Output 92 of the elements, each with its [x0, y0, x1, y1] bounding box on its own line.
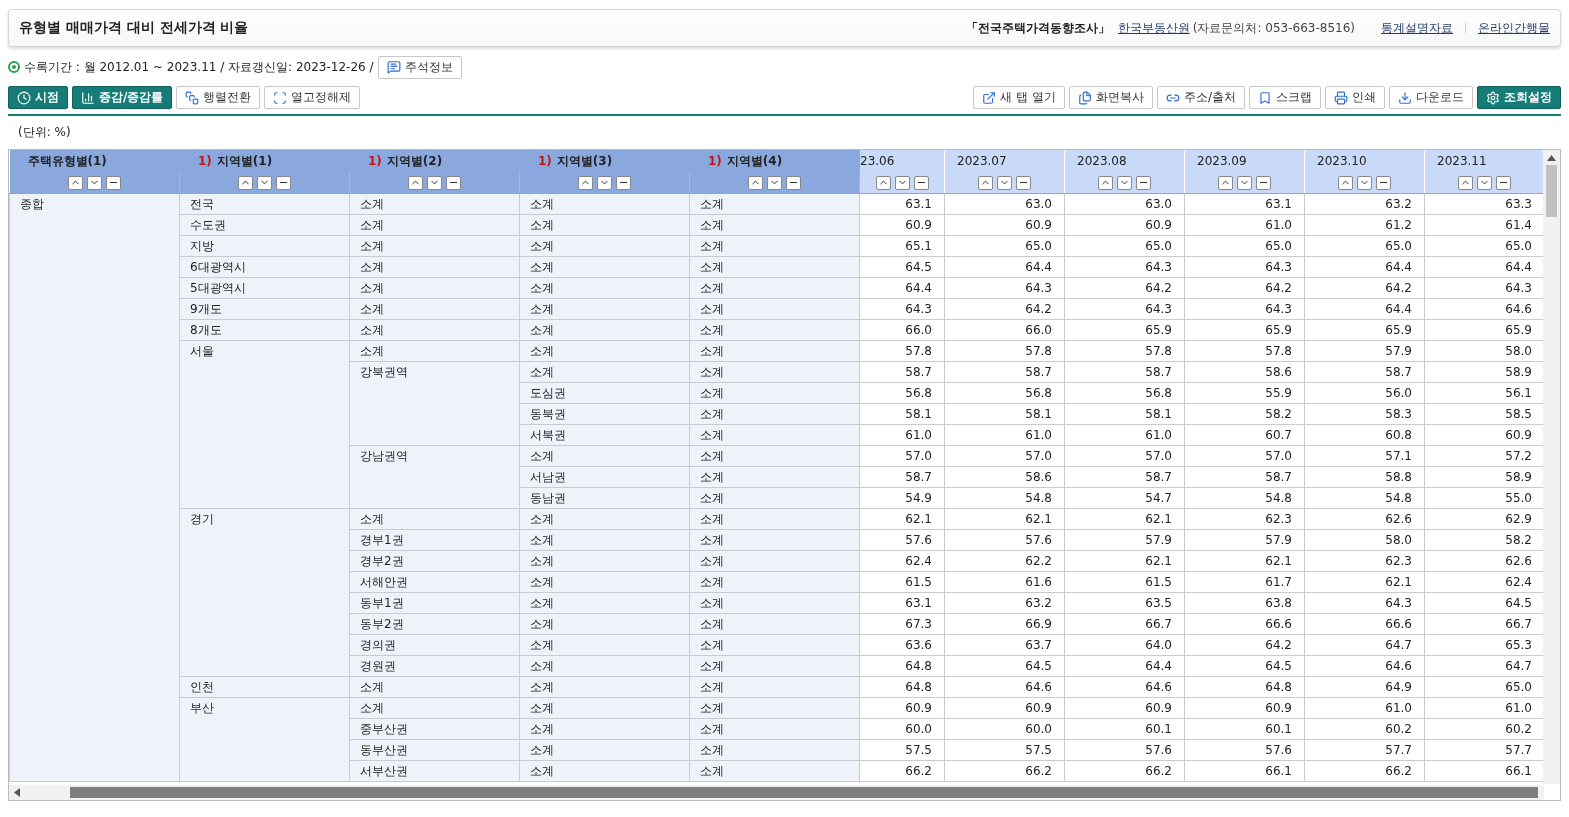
sort-descending-button[interactable]: [997, 175, 1012, 190]
bullet-icon: [8, 61, 20, 73]
column-title: 지역별(3): [556, 153, 613, 168]
download-icon: [1398, 90, 1412, 105]
sort-ascending-button[interactable]: [1218, 175, 1233, 190]
toolbar-button[interactable]: 화면복사: [1068, 86, 1153, 109]
period-info: 수록기간 : 월 2012.01 ~ 2023.11 / 자료갱신일: 2023-12-26 /: [24, 58, 374, 76]
contact-text: (자료문의처: 053-663-8516): [1192, 19, 1355, 37]
toolbar-button[interactable]: 인쇄: [1325, 86, 1385, 109]
scroll-up-icon[interactable]: [1547, 155, 1556, 161]
external-link-icon: [982, 90, 997, 105]
toolbar-button[interactable]: 새 탭 열기: [973, 86, 1065, 109]
remove-sort-button[interactable]: [446, 175, 461, 190]
remove-sort-button[interactable]: [786, 175, 801, 190]
sort-ascending-button[interactable]: [67, 175, 83, 190]
column-title: 지역별(1): [216, 153, 273, 168]
remove-sort-button[interactable]: [616, 175, 631, 190]
copy-icon: [1077, 90, 1092, 105]
column-header: 2023.07: [944, 150, 1065, 172]
remove-sort-button[interactable]: [1376, 175, 1391, 190]
sort-descending-button[interactable]: [1477, 175, 1492, 190]
footnote-mark: 1): [198, 153, 212, 168]
footnote-mark: 1): [538, 153, 552, 168]
settings-icon: [1486, 90, 1500, 105]
header-link[interactable]: 온라인간행물: [1478, 19, 1550, 37]
column-header: 23.06: [859, 150, 945, 172]
remove-sort-button[interactable]: [105, 175, 121, 190]
sort-descending-button[interactable]: [767, 175, 782, 190]
sort-ascending-button[interactable]: [1458, 175, 1473, 190]
footnote-mark: 1): [708, 153, 722, 168]
sort-ascending-button[interactable]: [748, 175, 763, 190]
sort-descending-button[interactable]: [86, 175, 102, 190]
footnote-mark: 1): [368, 153, 382, 168]
stacked-squares-icon: [185, 90, 200, 105]
vertical-scrollbar[interactable]: [1543, 150, 1560, 784]
unit-label: (단위: %): [18, 124, 72, 141]
remove-sort-button[interactable]: [276, 175, 291, 190]
row-header-cell: 부산: [179, 697, 350, 782]
sort-ascending-button[interactable]: [875, 175, 891, 190]
header-link[interactable]: 통계설명자료: [1381, 19, 1453, 37]
toolbar-button[interactable]: 다운로드: [1389, 86, 1473, 109]
page-title: 유형별 매매가격 대비 전세가격 비율: [19, 19, 250, 37]
toolbar-button[interactable]: 주소/출처: [1156, 86, 1245, 109]
sort-descending-button[interactable]: [1117, 175, 1132, 190]
scroll-left-icon[interactable]: [14, 788, 20, 797]
sort-descending-button[interactable]: [597, 175, 612, 190]
column-header: 2023.11: [1424, 150, 1544, 172]
survey-name: 「전국주택가격동향조사」: [965, 19, 1110, 37]
sort-ascending-button[interactable]: [238, 175, 253, 190]
sort-descending-button[interactable]: [1357, 175, 1372, 190]
remove-sort-button[interactable]: [1136, 175, 1151, 190]
row-header-cell: 서울: [179, 340, 350, 509]
row-header-cell: 종합: [9, 193, 180, 782]
sort-ascending-button[interactable]: [978, 175, 993, 190]
sort-descending-button[interactable]: [257, 175, 272, 190]
scroll-thumb[interactable]: [1546, 165, 1557, 217]
remove-sort-button[interactable]: [913, 175, 929, 190]
toolbar-button[interactable]: 스크랩: [1249, 86, 1321, 109]
printer-icon: [1334, 90, 1348, 105]
bar-chart-icon: [81, 90, 95, 105]
row-header-cell: 강북권역: [349, 361, 520, 446]
sort-ascending-button[interactable]: [578, 175, 593, 190]
toolbar-button[interactable]: 조회설정: [1477, 86, 1561, 109]
remove-sort-button[interactable]: [1496, 175, 1511, 190]
column-header: 2023.08: [1064, 150, 1185, 172]
column-title: 지역별(4): [726, 153, 783, 168]
notes-button[interactable]: 주석정보: [377, 55, 462, 79]
sort-descending-button[interactable]: [427, 175, 442, 190]
comment-icon: [386, 60, 401, 74]
sort-descending-button[interactable]: [1237, 175, 1252, 190]
sort-ascending-button[interactable]: [408, 175, 423, 190]
row-header-cell: 경기: [179, 508, 350, 677]
remove-sort-button[interactable]: [1256, 175, 1271, 190]
bookmark-icon: [1258, 90, 1272, 105]
column-header: 2023.09: [1184, 150, 1305, 172]
row-header-cell: 강남권역: [349, 445, 520, 509]
toolbar-button[interactable]: 행렬전환: [176, 86, 261, 109]
remove-sort-button[interactable]: [1016, 175, 1031, 190]
frame-icon: [273, 90, 288, 105]
horizontal-scrollbar[interactable]: [9, 785, 1544, 800]
sort-ascending-button[interactable]: [1338, 175, 1353, 190]
toolbar-button[interactable]: 열고정해제: [264, 86, 361, 109]
toolbar-button[interactable]: 증감/증감률: [72, 86, 173, 109]
toolbar-button[interactable]: 시점: [8, 86, 68, 109]
column-title: 주택유형별(1): [27, 153, 107, 168]
sort-ascending-button[interactable]: [1098, 175, 1113, 190]
scroll-thumb[interactable]: [70, 787, 1538, 798]
column-title: 지역별(2): [386, 153, 443, 168]
sort-descending-button[interactable]: [894, 175, 910, 190]
column-header: 2023.10: [1304, 150, 1425, 172]
clock-icon: [17, 90, 31, 105]
agency-link[interactable]: 한국부동산원: [1117, 19, 1190, 37]
